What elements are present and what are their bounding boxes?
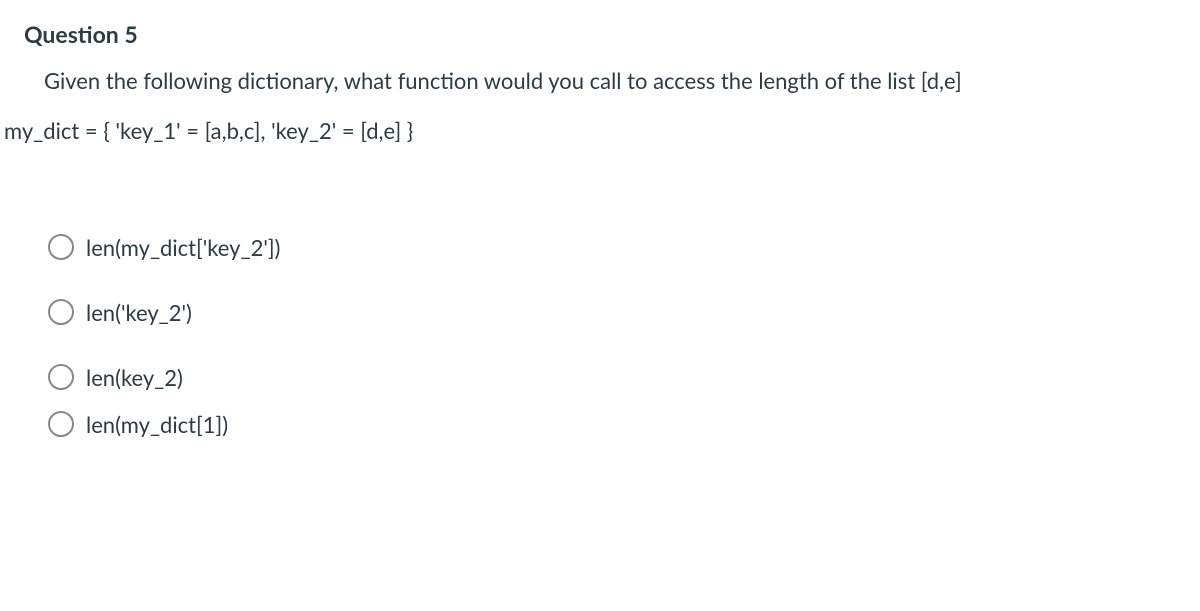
option-3[interactable]: len(key_2) bbox=[48, 364, 1176, 391]
question-code: my_dict = { 'key_1' = [a,b,c], 'key_2' =… bbox=[4, 117, 1176, 144]
option-label: len(key_2) bbox=[86, 364, 183, 391]
radio-icon[interactable] bbox=[48, 234, 74, 260]
options-group: len(my_dict['key_2']) len('key_2') len(k… bbox=[44, 234, 1176, 438]
option-1[interactable]: len(my_dict['key_2']) bbox=[48, 234, 1176, 261]
option-4[interactable]: len(my_dict[1]) bbox=[48, 411, 1176, 438]
radio-icon[interactable] bbox=[48, 411, 74, 437]
option-2[interactable]: len('key_2') bbox=[48, 299, 1176, 326]
option-label: len('key_2') bbox=[86, 299, 192, 326]
question-prompt: Given the following dictionary, what fun… bbox=[44, 66, 1176, 97]
radio-icon[interactable] bbox=[48, 299, 74, 325]
option-label: len(my_dict['key_2']) bbox=[86, 234, 280, 261]
option-label: len(my_dict[1]) bbox=[86, 411, 228, 438]
question-body: Given the following dictionary, what fun… bbox=[24, 66, 1176, 97]
question-title: Question 5 bbox=[24, 20, 1176, 48]
radio-icon[interactable] bbox=[48, 364, 74, 390]
